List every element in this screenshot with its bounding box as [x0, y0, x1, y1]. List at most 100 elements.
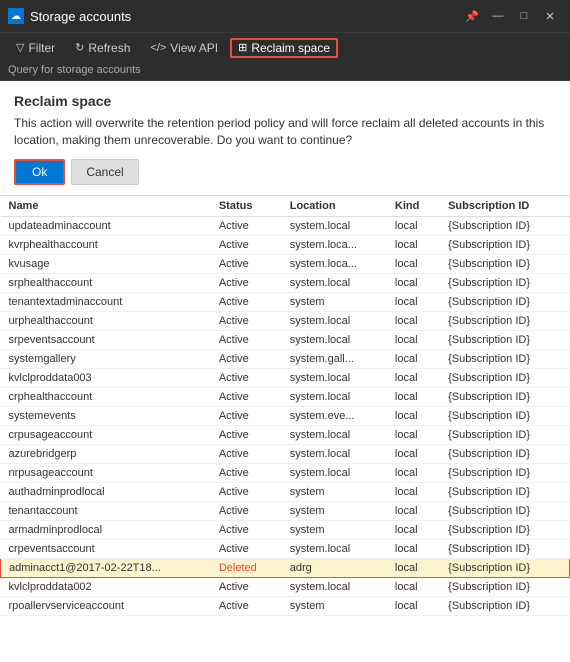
col-header-subscription: Subscription ID [440, 196, 569, 217]
cell-kind: local [387, 463, 440, 482]
table-row[interactable]: kvusage Active system.loca... local {Sub… [1, 254, 570, 273]
cell-subscription: {Subscription ID} [440, 330, 569, 349]
cell-name: crpusageaccount [1, 425, 211, 444]
cell-name: adminacct1@2017-02-22T18... [1, 558, 211, 577]
cell-kind: local [387, 558, 440, 577]
refresh-button[interactable]: ↻ Refresh [67, 38, 138, 58]
table-row[interactable]: updateadminaccount Active system.local l… [1, 216, 570, 235]
table-row[interactable]: crpeventsaccount Active system.local loc… [1, 539, 570, 558]
cell-name: srpeventsaccount [1, 330, 211, 349]
cell-status: Active [211, 425, 282, 444]
table-header-row: Name Status Location Kind Subscription I… [1, 196, 570, 217]
cell-status: Active [211, 216, 282, 235]
cell-name: urphealthaccount [1, 311, 211, 330]
cell-subscription: {Subscription ID} [440, 520, 569, 539]
cell-kind: local [387, 368, 440, 387]
col-header-status: Status [211, 196, 282, 217]
reclaim-title: Reclaim space [14, 93, 556, 109]
cell-subscription: {Subscription ID} [440, 425, 569, 444]
cell-subscription: {Subscription ID} [440, 311, 569, 330]
cell-subscription: {Subscription ID} [440, 501, 569, 520]
table-row[interactable]: srpeventsaccount Active system.local loc… [1, 330, 570, 349]
cell-kind: local [387, 292, 440, 311]
cell-location: system [282, 520, 387, 539]
table-row[interactable]: nrpusageaccount Active system.local loca… [1, 463, 570, 482]
table-row[interactable]: srphealthaccount Active system.local loc… [1, 273, 570, 292]
reclaim-panel: Reclaim space This action will overwrite… [0, 81, 570, 196]
table-row[interactable]: azurebridgerp Active system.local local … [1, 444, 570, 463]
cell-location: system.loca... [282, 254, 387, 273]
page-subtitle: Query for storage accounts [0, 62, 570, 81]
cell-location: system.local [282, 463, 387, 482]
col-header-name: Name [1, 196, 211, 217]
ok-button[interactable]: Ok [14, 159, 65, 185]
view-api-button[interactable]: </> View API [142, 38, 226, 58]
table-row[interactable]: adminacct1@2017-02-22T18... Deleted adrg… [1, 558, 570, 577]
cell-status: Active [211, 406, 282, 425]
table-row[interactable]: rpoallervserviceaccount Active system lo… [1, 596, 570, 615]
cell-status: Deleted [211, 558, 282, 577]
cell-kind: local [387, 520, 440, 539]
cancel-button[interactable]: Cancel [71, 159, 138, 185]
cell-subscription: {Subscription ID} [440, 387, 569, 406]
cell-kind: local [387, 387, 440, 406]
table-row[interactable]: crpusageaccount Active system.local loca… [1, 425, 570, 444]
cell-status: Active [211, 596, 282, 615]
cell-name: rpoallervserviceaccount [1, 596, 211, 615]
cell-subscription: {Subscription ID} [440, 292, 569, 311]
table-container[interactable]: Name Status Location Kind Subscription I… [0, 196, 570, 662]
cell-kind: local [387, 444, 440, 463]
reclaim-icon: ⊞ [238, 41, 247, 54]
cell-name: systemevents [1, 406, 211, 425]
cell-status: Active [211, 330, 282, 349]
cell-name: tenantextadminaccount [1, 292, 211, 311]
col-header-kind: Kind [387, 196, 440, 217]
cell-kind: local [387, 482, 440, 501]
cell-kind: local [387, 254, 440, 273]
cell-subscription: {Subscription ID} [440, 596, 569, 615]
cell-name: updateadminaccount [1, 216, 211, 235]
cell-name: tenantaccount [1, 501, 211, 520]
close-button[interactable]: ✕ [538, 6, 562, 26]
refresh-icon: ↻ [75, 41, 84, 54]
table-row[interactable]: kvrphealthaccount Active system.loca... … [1, 235, 570, 254]
cell-status: Active [211, 520, 282, 539]
table-row[interactable]: armadminprodlocal Active system local {S… [1, 520, 570, 539]
table-row[interactable]: urphealthaccount Active system.local loc… [1, 311, 570, 330]
cell-location: system.local [282, 216, 387, 235]
cell-status: Active [211, 292, 282, 311]
main-content: Reclaim space This action will overwrite… [0, 81, 570, 662]
cell-subscription: {Subscription ID} [440, 539, 569, 558]
cell-location: system.eve... [282, 406, 387, 425]
cell-location: system [282, 596, 387, 615]
table-row[interactable]: systemevents Active system.eve... local … [1, 406, 570, 425]
minimize-button[interactable]: — [486, 6, 510, 26]
reclaim-space-button[interactable]: ⊞ Reclaim space [230, 38, 338, 58]
pin-button[interactable]: 📌 [460, 6, 484, 26]
table-row[interactable]: kvlclproddata002 Active system.local loc… [1, 577, 570, 596]
cell-kind: local [387, 577, 440, 596]
cell-status: Active [211, 311, 282, 330]
table-row[interactable]: authadminprodlocal Active system local {… [1, 482, 570, 501]
cell-location: system.local [282, 387, 387, 406]
filter-button[interactable]: ▽ Filter [8, 38, 63, 58]
table-row[interactable]: tenantextadminaccount Active system loca… [1, 292, 570, 311]
cell-kind: local [387, 349, 440, 368]
cell-location: system.local [282, 539, 387, 558]
cell-subscription: {Subscription ID} [440, 463, 569, 482]
cell-status: Active [211, 463, 282, 482]
table-row[interactable]: crphealthaccount Active system.local loc… [1, 387, 570, 406]
cell-name: crpeventsaccount [1, 539, 211, 558]
cell-name: kvusage [1, 254, 211, 273]
table-row[interactable]: tenantaccount Active system local {Subsc… [1, 501, 570, 520]
table-row[interactable]: kvlclproddata003 Active system.local loc… [1, 368, 570, 387]
cell-location: adrg [282, 558, 387, 577]
maximize-button[interactable]: □ [512, 6, 536, 26]
table-row[interactable]: systemgallery Active system.gall... loca… [1, 349, 570, 368]
cell-status: Active [211, 387, 282, 406]
cell-name: crphealthaccount [1, 387, 211, 406]
cell-status: Active [211, 254, 282, 273]
cell-kind: local [387, 406, 440, 425]
reclaim-description: This action will overwrite the retention… [14, 115, 556, 149]
cell-subscription: {Subscription ID} [440, 482, 569, 501]
